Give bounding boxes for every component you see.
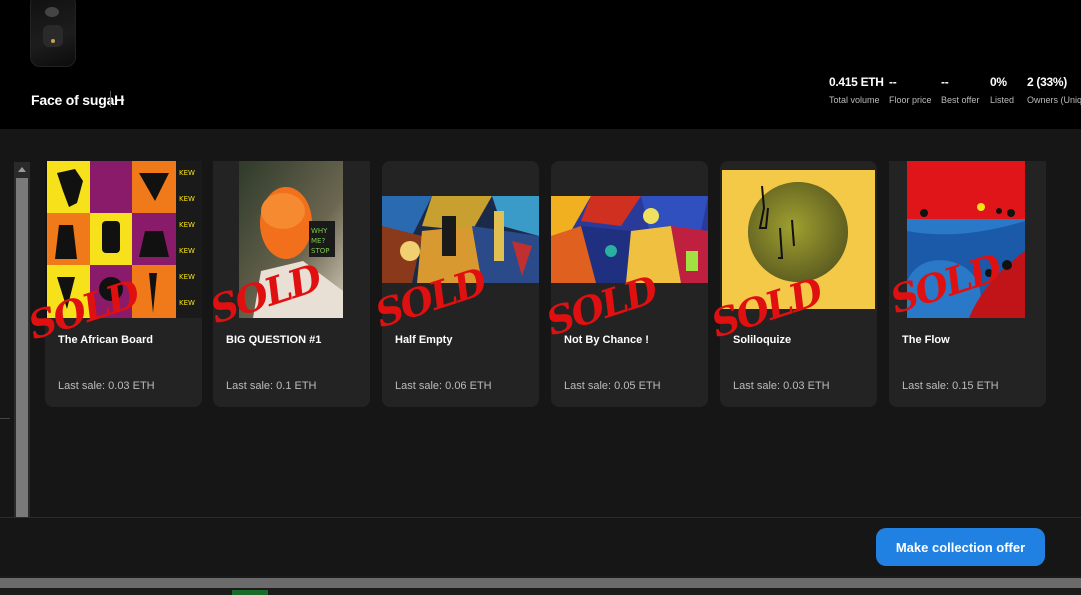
nft-title: BIG QUESTION #1	[226, 334, 322, 346]
taskbar-indicator	[232, 590, 268, 595]
svg-text:KEW: KEW	[179, 299, 195, 307]
nft-image[interactable]	[551, 196, 708, 283]
make-collection-offer-button[interactable]: Make collection offer	[876, 528, 1045, 566]
left-divider	[0, 418, 10, 419]
nft-last-sale: Last sale: 0.03 ETH	[58, 380, 155, 392]
collection-avatar[interactable]	[30, 0, 76, 67]
stat-label: Floor price	[889, 95, 932, 105]
title-divider	[110, 91, 111, 107]
nft-last-sale: Last sale: 0.1 ETH	[226, 380, 317, 392]
nft-last-sale: Last sale: 0.15 ETH	[902, 380, 999, 392]
nft-card[interactable]: SOLD The Flow Last sale: 0.15 ETH	[885, 161, 1046, 407]
nft-title: Not By Chance !	[564, 334, 649, 346]
nft-card[interactable]: WHY ME? STOP SOLD BIG QUESTION #1 Last s…	[205, 161, 370, 407]
nft-title: The African Board	[58, 334, 153, 346]
stat-label: Best offer	[941, 95, 980, 105]
svg-text:KEW: KEW	[179, 195, 195, 203]
stat-owners: 2 (33%) Owners (Unique)	[1027, 75, 1081, 105]
stat-label: Listed	[990, 95, 1015, 105]
stat-value: 0.415 ETH	[829, 75, 884, 89]
horizontal-scrollbar[interactable]	[0, 576, 1081, 595]
svg-text:KEW: KEW	[179, 221, 195, 229]
nft-card[interactable]: KEW KEW KEW KEW KEW KEW SOLD The African…	[23, 161, 202, 407]
nft-card[interactable]: SOLD Half Empty Last sale: 0.06 ETH	[370, 161, 539, 407]
collection-header: Face of sugaH ... 0.415 ETH Total volume…	[0, 0, 1081, 129]
nft-card[interactable]: SOLD Not By Chance ! Last sale: 0.05 ETH	[541, 161, 708, 407]
collection-page: Face of sugaH ... 0.415 ETH Total volume…	[0, 0, 1081, 595]
horizontal-scrollbar-thumb[interactable]	[0, 578, 1081, 588]
nft-last-sale: Last sale: 0.06 ETH	[395, 380, 492, 392]
stat-value: --	[941, 75, 949, 89]
svg-text:KEW: KEW	[179, 169, 195, 177]
svg-text:STOP: STOP	[311, 247, 329, 255]
scrollbar-thumb[interactable]	[16, 178, 28, 518]
stat-value: 2 (33%)	[1027, 75, 1067, 89]
stat-best-offer: -- Best offer	[941, 75, 979, 105]
stat-value: --	[889, 75, 897, 89]
svg-text:ME?: ME?	[311, 237, 325, 245]
svg-text:KEW: KEW	[179, 273, 195, 281]
nft-title: The Flow	[902, 334, 950, 346]
scroll-up-icon[interactable]	[18, 167, 26, 172]
stat-total-volume: 0.415 ETH Total volume	[829, 75, 884, 105]
stat-floor-price: -- Floor price	[889, 75, 932, 105]
stat-label: Total volume	[829, 95, 880, 105]
nft-title: Soliloquize	[733, 334, 792, 346]
nft-card[interactable]: SOLD Soliloquize Last sale: 0.03 ETH	[706, 161, 877, 407]
nft-last-sale: Last sale: 0.05 ETH	[564, 380, 661, 392]
svg-text:KEW: KEW	[179, 247, 195, 255]
stat-listed: 0% Listed	[990, 75, 1014, 105]
stat-value: 0%	[990, 75, 1007, 89]
svg-text:WHY: WHY	[311, 227, 328, 235]
stat-label: Owners (Unique)	[1027, 95, 1081, 105]
nft-title: Half Empty	[395, 334, 453, 346]
nft-last-sale: Last sale: 0.03 ETH	[733, 380, 830, 392]
more-options-button[interactable]: ...	[117, 90, 125, 104]
footer-divider	[0, 517, 1081, 518]
